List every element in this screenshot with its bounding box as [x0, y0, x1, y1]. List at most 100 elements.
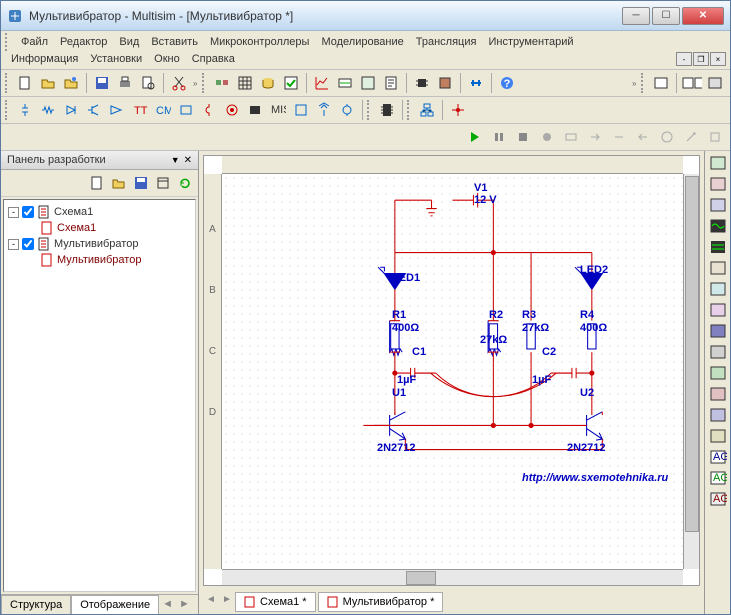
open-button[interactable]: [37, 72, 59, 94]
cut-button[interactable]: [168, 72, 190, 94]
advanced-button[interactable]: [290, 99, 312, 121]
scrollbar-horizontal[interactable]: [222, 569, 683, 585]
menu-mcu[interactable]: Микроконтроллеры: [204, 34, 316, 50]
refresh-button[interactable]: [175, 173, 195, 193]
record-button[interactable]: [536, 126, 558, 148]
step4-button[interactable]: [632, 126, 654, 148]
menu-edit[interactable]: Редактор: [54, 34, 113, 50]
menu-insert[interactable]: Вставить: [145, 34, 204, 50]
view3-button[interactable]: [704, 72, 726, 94]
pause-button[interactable]: [488, 126, 510, 148]
menu-help[interactable]: Справка: [186, 51, 241, 67]
step5-button[interactable]: [656, 126, 678, 148]
ttl-button[interactable]: TTL: [129, 99, 151, 121]
toolbar-handle[interactable]: [5, 73, 11, 93]
multimeter-button[interactable]: [707, 153, 729, 173]
component-button[interactable]: [211, 72, 233, 94]
doc-tab-1[interactable]: Схема1 *: [235, 592, 316, 612]
tab-structure[interactable]: Структура: [1, 595, 71, 614]
maximize-button[interactable]: ☐: [652, 7, 680, 25]
source-button[interactable]: [14, 99, 36, 121]
toolbar-handle-3[interactable]: [641, 73, 647, 93]
project-tree[interactable]: -Схема1Схема1-МультивибраторМультивибрат…: [3, 199, 196, 592]
check-button[interactable]: [280, 72, 302, 94]
tree-checkbox[interactable]: [22, 206, 34, 218]
dist-button[interactable]: [707, 384, 729, 404]
toolbar-handle-c2[interactable]: [367, 100, 373, 120]
tree-node[interactable]: Мультивибратор: [8, 252, 191, 268]
ag-fgen-button[interactable]: AG: [707, 447, 729, 467]
tree-node[interactable]: -Мультивибратор: [8, 236, 191, 252]
preview-button[interactable]: [137, 72, 159, 94]
tree-node[interactable]: -Схема1: [8, 204, 191, 220]
toolbar-handle-c[interactable]: [5, 100, 11, 120]
misc-dig-button[interactable]: [175, 99, 197, 121]
mdi-minimize[interactable]: -: [676, 52, 692, 66]
step2-button[interactable]: [584, 126, 606, 148]
transistor-button[interactable]: [83, 99, 105, 121]
close-button[interactable]: ✕: [682, 7, 724, 25]
indicator-button[interactable]: [221, 99, 243, 121]
view1-button[interactable]: [650, 72, 672, 94]
menu-simulate[interactable]: Моделирование: [315, 34, 409, 50]
scope-button[interactable]: [707, 216, 729, 236]
tree-node[interactable]: Схема1: [8, 220, 191, 236]
tree-toggle[interactable]: -: [8, 207, 19, 218]
basic-button[interactable]: [37, 99, 59, 121]
step3-button[interactable]: [608, 126, 630, 148]
diode-button[interactable]: [60, 99, 82, 121]
wattmeter-button[interactable]: [707, 195, 729, 215]
menu-file[interactable]: Файл: [15, 34, 54, 50]
graph-button[interactable]: [311, 72, 333, 94]
toolbar-chevron-2[interactable]: »: [630, 79, 640, 88]
db-button[interactable]: [257, 72, 279, 94]
place-button[interactable]: [376, 99, 398, 121]
save-doc-button[interactable]: [131, 173, 151, 193]
power-comp-button[interactable]: [244, 99, 266, 121]
wordgen-button[interactable]: [707, 300, 729, 320]
postproc-button[interactable]: [357, 72, 379, 94]
menu-transfer[interactable]: Трансляция: [410, 34, 483, 50]
ag-scope-button[interactable]: AG: [707, 489, 729, 509]
logicconv-button[interactable]: [707, 342, 729, 362]
menu-settings[interactable]: Установки: [84, 51, 148, 67]
menu-view[interactable]: Вид: [113, 34, 145, 50]
net-button[interactable]: [707, 426, 729, 446]
tab-nav-next[interactable]: ►: [219, 594, 235, 610]
tab-display[interactable]: Отображение: [71, 595, 159, 614]
panel-close-button[interactable]: ✕: [184, 155, 192, 166]
hier-button[interactable]: [416, 99, 438, 121]
toolbar-handle-2[interactable]: [202, 73, 208, 93]
print-button[interactable]: [114, 72, 136, 94]
tab-nav-left[interactable]: ◄: [159, 595, 176, 614]
mdi-restore[interactable]: ❐: [693, 52, 709, 66]
run-button[interactable]: [464, 126, 486, 148]
toolbar-chevron[interactable]: »: [191, 79, 201, 88]
stop-button[interactable]: [512, 126, 534, 148]
bus-button[interactable]: [465, 72, 487, 94]
menu-info[interactable]: Информация: [5, 51, 84, 67]
mdi-close[interactable]: ×: [710, 52, 726, 66]
step-button[interactable]: [560, 126, 582, 148]
toolbar-handle-c3[interactable]: [407, 100, 413, 120]
window-button[interactable]: [153, 173, 173, 193]
tab-nav-prev[interactable]: ◄: [203, 594, 219, 610]
doc-tab-2[interactable]: Мультивибратор *: [318, 592, 444, 612]
save-button[interactable]: [91, 72, 113, 94]
tree-toggle[interactable]: -: [8, 239, 19, 250]
tab-nav-right[interactable]: ►: [176, 595, 193, 614]
help-button[interactable]: ?: [496, 72, 518, 94]
new-button[interactable]: [14, 72, 36, 94]
panel-dropdown-icon[interactable]: ▼: [171, 155, 180, 165]
electro-button[interactable]: [336, 99, 358, 121]
chip-button[interactable]: [411, 72, 433, 94]
mixed-button[interactable]: [198, 99, 220, 121]
open-doc-button[interactable]: [109, 173, 129, 193]
step6-button[interactable]: [680, 126, 702, 148]
analog-button[interactable]: [106, 99, 128, 121]
logic-button[interactable]: [707, 321, 729, 341]
freq-button[interactable]: [707, 279, 729, 299]
spec-button[interactable]: [707, 405, 729, 425]
report-button[interactable]: [380, 72, 402, 94]
iv-button[interactable]: [707, 363, 729, 383]
